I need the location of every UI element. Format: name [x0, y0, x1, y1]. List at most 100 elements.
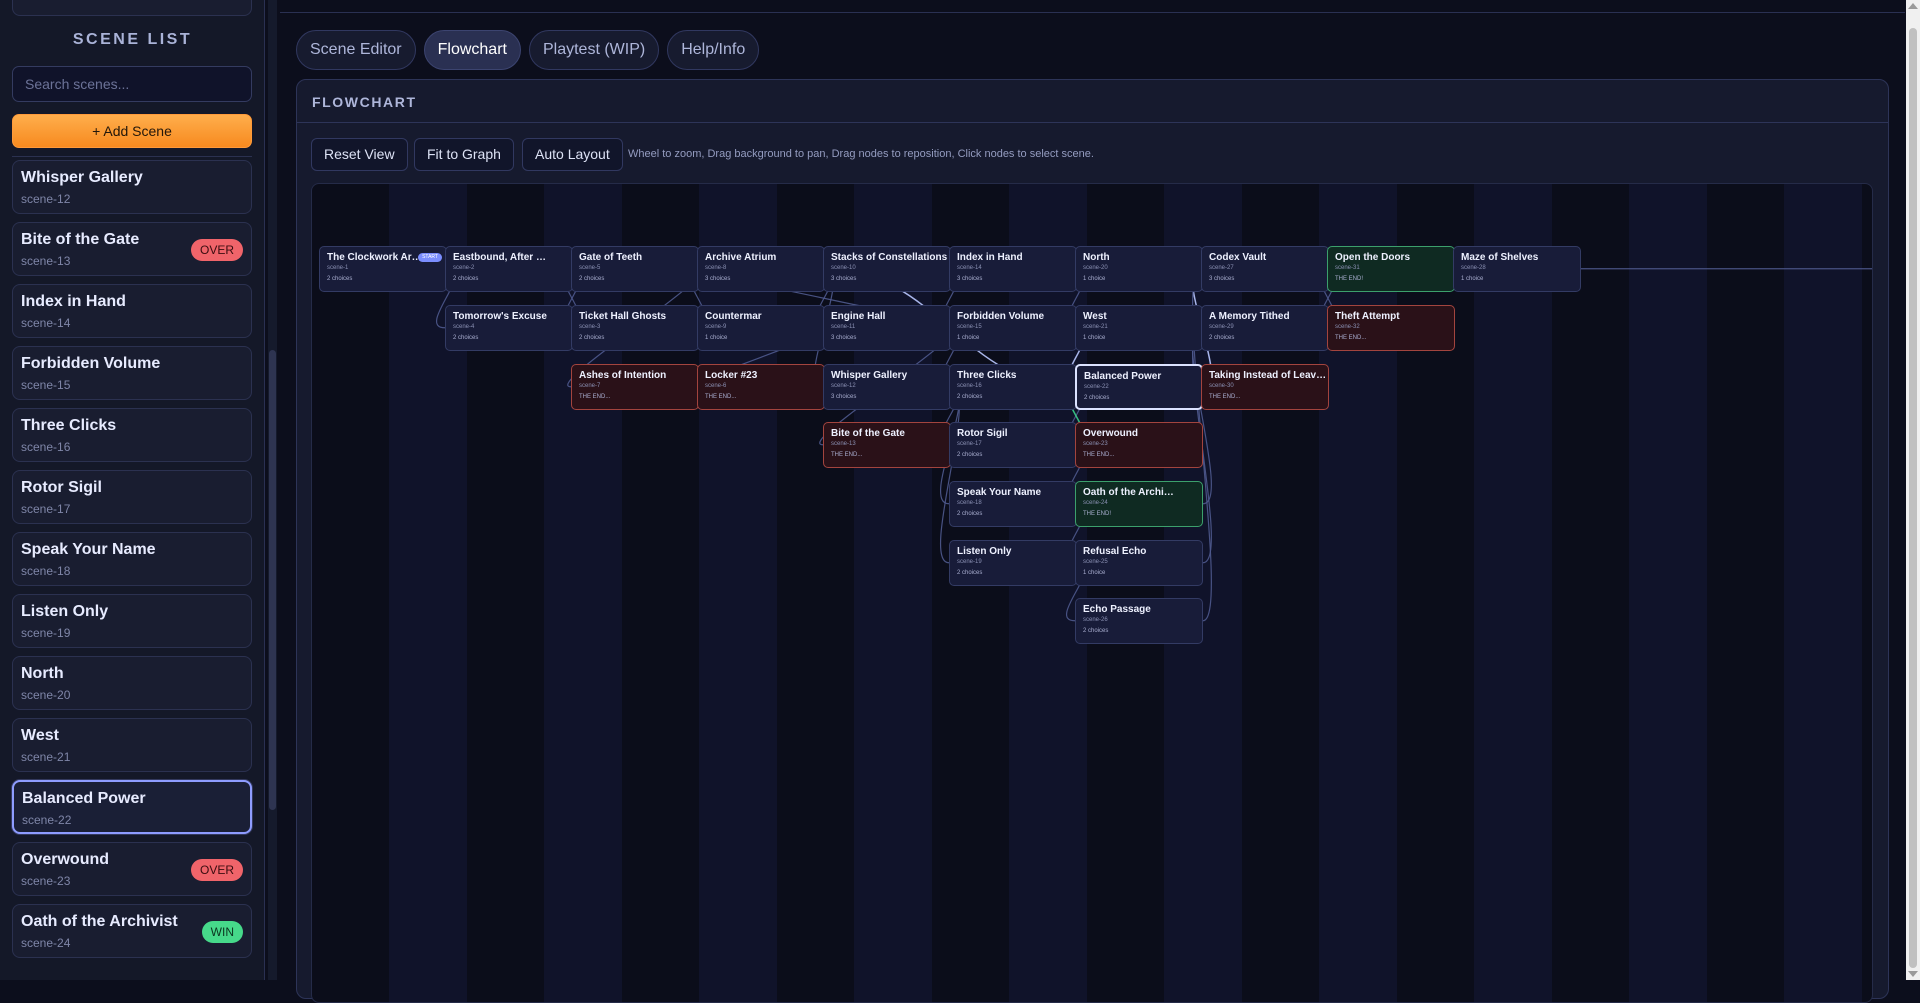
- flowchart-node[interactable]: Stacks of Constellations scene-10 3 choice…: [823, 246, 951, 292]
- scene-card-name: Bite of the Gate: [21, 231, 140, 248]
- scene-card-name: Overwound: [21, 851, 110, 868]
- scene-card-name: Balanced Power: [22, 790, 146, 807]
- flowchart-node[interactable]: Taking Instead of Leaving scene-30 THE END…: [1201, 364, 1329, 410]
- scene-card-name: Index in Hand: [21, 293, 126, 310]
- node-choice-count: 3 choices: [831, 335, 857, 341]
- flowchart-node[interactable]: Ashes of Intention scene-7 THE END...: [571, 364, 699, 410]
- flowchart-node[interactable]: Locker #23 scene-6 THE END...: [697, 364, 825, 410]
- scroll-down-arrow-icon[interactable]: [1908, 971, 1918, 977]
- scene-card-id: scene-12: [21, 192, 71, 206]
- tab-flowchart[interactable]: Flowchart: [423, 30, 521, 70]
- flowchart-node[interactable]: Engine Hall scene-11 3 choices: [823, 305, 951, 351]
- node-choice-count: 2 choices: [327, 276, 353, 282]
- flowchart-node[interactable]: Theft Attempt scene-32 THE END...: [1327, 305, 1455, 351]
- flowchart-node[interactable]: Maze of Shelves scene-28 1 choice: [1453, 246, 1581, 292]
- node-scene-id: scene-29: [1209, 324, 1234, 330]
- node-title: Locker #23: [705, 370, 758, 381]
- flowchart-node[interactable]: West scene-21 1 choice: [1075, 305, 1203, 351]
- flowchart-panel: FLOWCHART Reset View Fit to Graph Auto L…: [296, 79, 1889, 1003]
- scene-card[interactable]: Rotor Sigil scene-17: [12, 470, 252, 524]
- flowchart-node[interactable]: Oath of the Archivist scene-24 THE END!: [1075, 481, 1203, 527]
- node-title: Rotor Sigil: [957, 428, 1008, 439]
- node-scene-id: scene-2: [453, 265, 475, 271]
- node-scene-id: scene-20: [1083, 265, 1108, 271]
- scene-card-name: Oath of the Archivist: [21, 913, 178, 930]
- scene-card-id: scene-14: [21, 316, 71, 330]
- scene-card[interactable]: West scene-21: [12, 718, 252, 772]
- scene-card[interactable]: North scene-20: [12, 656, 252, 710]
- node-choice-count: 2 choices: [957, 570, 983, 576]
- flowchart-node[interactable]: Overwound scene-23 THE END...: [1075, 422, 1203, 468]
- node-title: Refusal Echo: [1083, 546, 1147, 557]
- scene-card-name: Listen Only: [21, 603, 109, 620]
- fit-to-graph-button[interactable]: Fit to Graph: [414, 138, 514, 171]
- reset-view-button[interactable]: Reset View: [311, 138, 408, 171]
- flowchart-node[interactable]: Listen Only scene-19 2 choices: [949, 540, 1077, 586]
- flowchart-node[interactable]: Bite of the Gate scene-13 THE END...: [823, 422, 951, 468]
- status-badge: OVER: [190, 239, 243, 261]
- auto-layout-button[interactable]: Auto Layout: [522, 138, 623, 171]
- scene-card[interactable]: Whisper Gallery scene-12: [12, 160, 252, 214]
- flowchart-node[interactable]: Whisper Gallery scene-12 3 choices: [823, 364, 951, 410]
- scene-card[interactable]: Overwound scene-23 OVER: [12, 842, 252, 896]
- scene-card[interactable]: Oath of the Archivist scene-24 WIN: [12, 904, 252, 958]
- flowchart-node[interactable]: Rotor Sigil scene-17 2 choices: [949, 422, 1077, 468]
- scene-card-name: Whisper Gallery: [21, 169, 143, 186]
- scene-card[interactable]: Balanced Power scene-22: [12, 780, 252, 834]
- flowchart-node[interactable]: Tomorrow's Excuse scene-4 2 choices: [445, 305, 573, 351]
- flowchart-node[interactable]: Codex Vault scene-27 3 choices: [1201, 246, 1329, 292]
- flowchart-node[interactable]: Open the Doors scene-31 THE END!: [1327, 246, 1455, 292]
- sidebar-divider: [12, 156, 252, 157]
- scene-card-partial[interactable]: [12, 0, 252, 16]
- tab-help-info[interactable]: Help/Info: [667, 30, 760, 70]
- node-choice-count: THE END...: [1209, 394, 1241, 400]
- sidebar-scrollbar[interactable]: [268, 0, 277, 980]
- scroll-up-arrow-icon[interactable]: [1908, 3, 1918, 9]
- sidebar-scrollbar-thumb[interactable]: [269, 350, 276, 810]
- node-title: Archive Atrium: [705, 252, 777, 263]
- flowchart-node[interactable]: Archive Atrium scene-8 3 choices: [697, 246, 825, 292]
- node-scene-id: scene-16: [957, 383, 982, 389]
- page-scrollbar-thumb[interactable]: [1909, 28, 1917, 968]
- flowchart-node[interactable]: Forbidden Volume scene-15 1 choice: [949, 305, 1077, 351]
- main-area: Scene Editor Flowchart Playtest (WIP) Help/…: [280, 0, 1905, 1003]
- scene-card[interactable]: Bite of the Gate scene-13 OVER: [12, 222, 252, 276]
- node-title: Eastbound, After Hours: [453, 252, 548, 263]
- flowchart-node[interactable]: North scene-20 1 choice: [1075, 246, 1203, 292]
- search-input[interactable]: [12, 66, 252, 102]
- node-scene-id: scene-26: [1083, 617, 1108, 623]
- add-scene-button[interactable]: + Add Scene: [12, 114, 252, 148]
- page-scrollbar[interactable]: [1906, 0, 1920, 980]
- scene-card[interactable]: Listen Only scene-19: [12, 594, 252, 648]
- flowchart-node[interactable]: Three Clicks scene-16 2 choices: [949, 364, 1077, 410]
- scene-card[interactable]: Forbidden Volume scene-15: [12, 346, 252, 400]
- node-title: North: [1083, 252, 1110, 263]
- node-scene-id: scene-11: [831, 324, 856, 330]
- flowchart-node[interactable]: The Clockwork Arc... scene-1 2 choices STAR…: [319, 246, 447, 292]
- node-scene-id: scene-30: [1209, 383, 1234, 389]
- node-choice-count: THE END...: [831, 452, 863, 458]
- scene-card[interactable]: Three Clicks scene-16: [12, 408, 252, 462]
- flowchart-node[interactable]: Countermar scene-9 1 choice: [697, 305, 825, 351]
- start-badge: START: [418, 253, 442, 262]
- node-title: A Memory Tithed: [1209, 311, 1290, 322]
- flowchart-node[interactable]: Balanced Power scene-22 2 choices: [1075, 364, 1203, 410]
- flowchart-node[interactable]: Eastbound, After Hours scene-2 2 choices: [445, 246, 573, 292]
- tab-playtest-wip[interactable]: Playtest (WIP): [528, 30, 660, 70]
- node-choice-count: 2 choices: [957, 452, 983, 458]
- flowchart-node[interactable]: Gate of Teeth scene-5 2 choices: [571, 246, 699, 292]
- scene-card[interactable]: Speak Your Name scene-18: [12, 532, 252, 586]
- flowchart-node[interactable]: Ticket Hall Ghosts scene-3 2 choices: [571, 305, 699, 351]
- node-title: Index in Hand: [957, 252, 1023, 263]
- scene-card[interactable]: Index in Hand scene-14: [12, 284, 252, 338]
- node-title: Open the Doors: [1335, 252, 1411, 263]
- flowchart-node[interactable]: Echo Passage scene-26 2 choices: [1075, 598, 1203, 644]
- flowchart-node[interactable]: Refusal Echo scene-25 1 choice: [1075, 540, 1203, 586]
- tab-scene-editor[interactable]: Scene Editor: [296, 30, 416, 70]
- node-title: Taking Instead of Leaving: [1209, 370, 1327, 381]
- flowchart-node[interactable]: A Memory Tithed scene-29 2 choices: [1201, 305, 1329, 351]
- node-choice-count: 2 choices: [1209, 335, 1235, 341]
- flowchart-node[interactable]: Index in Hand scene-14 3 choices: [949, 246, 1077, 292]
- flowchart-node[interactable]: Speak Your Name scene-18 2 choices: [949, 481, 1077, 527]
- flowchart-canvas[interactable]: The Clockwork Arc... scene-1 2 choices STAR…: [311, 183, 1873, 1003]
